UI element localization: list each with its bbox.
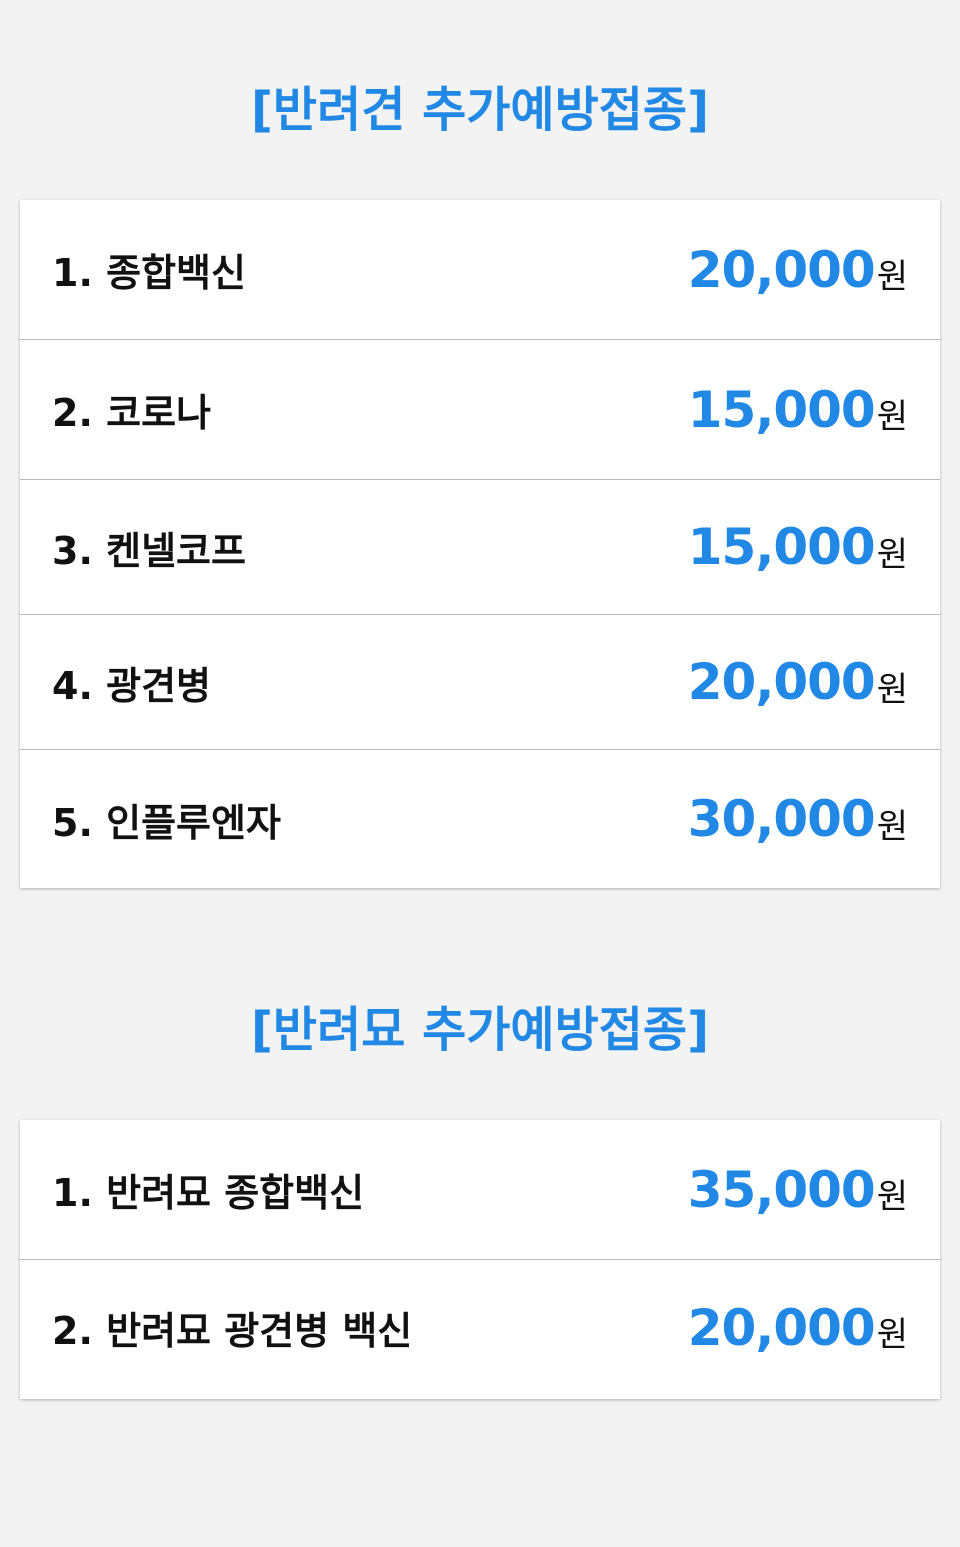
price-unit: 원 — [876, 534, 908, 575]
vaccine-price: 35,000 원 — [688, 1120, 908, 1259]
list-item: 3. 켄넬코프 15,000 원 — [20, 480, 940, 615]
price-unit: 원 — [876, 669, 908, 710]
vaccine-name: 4. 광견병 — [52, 663, 211, 708]
list-item: 5. 인플루엔자 30,000 원 — [20, 750, 940, 888]
price-unit: 원 — [876, 257, 908, 297]
price-amount: 35,000 — [687, 1160, 876, 1219]
vaccine-price: 20,000 원 — [688, 200, 908, 339]
vaccine-name: 2. 반려묘 광견병 백신 — [52, 1309, 413, 1353]
vaccine-name: 3. 켄넬코프 — [52, 528, 246, 573]
price-amount: 20,000 — [687, 1298, 876, 1357]
dog-vaccine-price-list: 1. 종합백신 20,000 원 2. 코로나 15,000 원 3. 켄넬코프… — [20, 200, 940, 888]
vaccine-price: 30,000 원 — [688, 750, 908, 888]
price-unit: 원 — [876, 397, 908, 437]
vaccine-name: 2. 코로나 — [52, 391, 211, 435]
list-item: 2. 반려묘 광견병 백신 20,000 원 — [20, 1260, 940, 1395]
vaccine-name: 1. 반려묘 종합백신 — [52, 1171, 365, 1215]
dog-section-title: [반려견 추가예방접종] — [250, 82, 710, 138]
vaccine-price: 20,000 원 — [688, 1260, 908, 1395]
price-unit: 원 — [876, 1315, 908, 1355]
price-amount: 20,000 — [687, 653, 876, 711]
list-item: 1. 종합백신 20,000 원 — [20, 200, 940, 340]
price-unit: 원 — [876, 1177, 908, 1217]
list-item: 1. 반려묘 종합백신 35,000 원 — [20, 1120, 940, 1260]
price-unit: 원 — [876, 806, 908, 847]
vaccine-name: 1. 종합백신 — [52, 251, 246, 295]
price-amount: 30,000 — [687, 790, 876, 848]
price-amount: 15,000 — [687, 380, 876, 439]
vaccine-price: 15,000 원 — [688, 480, 908, 614]
cat-section-title: [반려묘 추가예방접종] — [250, 1002, 710, 1058]
cat-vaccine-price-list: 1. 반려묘 종합백신 35,000 원 2. 반려묘 광견병 백신 20,00… — [20, 1120, 940, 1399]
list-item: 4. 광견병 20,000 원 — [20, 615, 940, 750]
price-amount: 15,000 — [687, 518, 876, 576]
vaccine-name: 5. 인플루엔자 — [52, 800, 281, 845]
vaccine-price: 15,000 원 — [688, 340, 908, 479]
list-item: 2. 코로나 15,000 원 — [20, 340, 940, 480]
price-amount: 20,000 — [687, 240, 876, 299]
vaccine-price: 20,000 원 — [688, 615, 908, 749]
